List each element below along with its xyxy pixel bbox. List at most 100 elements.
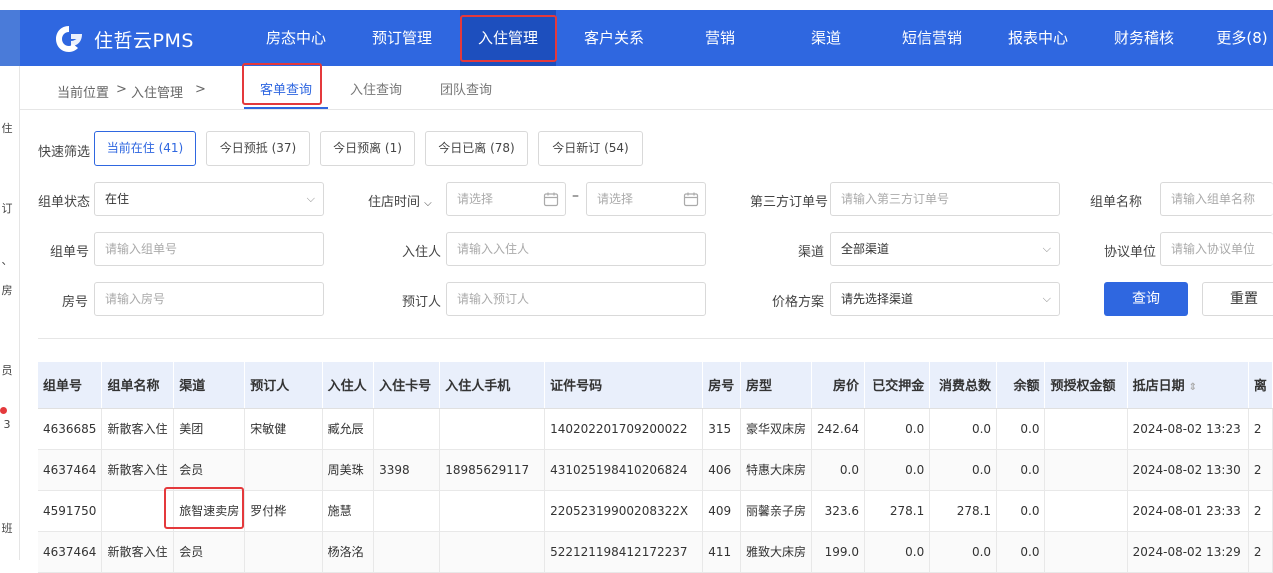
nav-room-status[interactable]: 房态中心 — [248, 10, 344, 66]
tab-team-query[interactable]: 团队查询 — [440, 79, 492, 99]
table-cell: 4636685 — [38, 408, 103, 450]
table-cell — [373, 408, 441, 450]
chevron-down-icon: ⌵ — [1042, 242, 1051, 255]
table-header-row: 组单号 组单名称 渠道 预订人 入住人 入住卡号 入住人手机 证件号码 房号 房… — [38, 362, 1273, 409]
nav-reservation[interactable]: 预订管理 — [354, 10, 450, 66]
stay-time-label[interactable]: 住店时间 ⌵ — [368, 191, 432, 210]
table-cell — [373, 490, 441, 532]
agreement-input[interactable]: 请输入协议单位 — [1160, 232, 1273, 266]
table-cell: 新散客入住 — [101, 531, 175, 573]
table-cell: 522121198412172237 — [544, 531, 704, 573]
table-cell: 0.0 — [929, 531, 998, 573]
nav-reports[interactable]: 报表中心 — [990, 10, 1086, 66]
table-cell: 会员 — [173, 449, 246, 491]
table-cell: 2024-08-02 13:30 — [1127, 449, 1249, 491]
chip-arriving-today[interactable]: 今日预抵 (37) — [206, 131, 310, 166]
rail-item[interactable]: 班 — [0, 520, 14, 536]
table-cell: 2024-08-02 13:29 — [1127, 531, 1249, 573]
table-cell — [373, 531, 441, 573]
breadcrumb-sep: > — [116, 82, 127, 97]
table-cell: 特惠大床房 — [740, 449, 812, 491]
table-cell: 0.0 — [996, 490, 1046, 532]
nav-more[interactable]: 更多(8) — [1202, 10, 1273, 66]
room-no-input[interactable]: 请输入房号 — [94, 282, 324, 316]
table-cell: 0.0 — [929, 408, 998, 450]
table-cell: 罗付桦 — [244, 490, 323, 532]
table-cell: 0.0 — [811, 449, 865, 491]
table-cell: 18985629117 — [439, 449, 546, 491]
third-party-input[interactable]: 请输入第三方订单号 — [830, 182, 1060, 216]
chip-new-today[interactable]: 今日新订 (54) — [538, 131, 643, 166]
table-cell: 宋敏健 — [244, 408, 323, 450]
col-header-sortable[interactable]: 抵店日期 ⇕ — [1127, 362, 1249, 409]
table-cell: 242.64 — [811, 408, 865, 450]
nav-sms[interactable]: 短信营销 — [884, 10, 980, 66]
table-cell — [1044, 490, 1128, 532]
stay-time-end[interactable]: 请选择 — [586, 182, 706, 216]
group-no-input[interactable]: 请输入组单号 — [94, 232, 324, 266]
chevron-down-icon: ⌵ — [1042, 292, 1051, 305]
table-cell: 2 — [1248, 408, 1273, 450]
chip-departing-today[interactable]: 今日预离 (1) — [320, 131, 415, 166]
group-name-input[interactable]: 请输入组单名称 — [1160, 182, 1273, 216]
table-cell: 雅致大床房 — [740, 531, 812, 573]
table-cell: 2024-08-02 13:23 — [1127, 408, 1249, 450]
table-cell: 2 — [1248, 449, 1273, 491]
nav-channel[interactable]: 渠道 — [778, 10, 874, 66]
guest-label: 入住人 — [402, 245, 442, 260]
col-header: 房型 — [740, 362, 812, 409]
chip-departed-today[interactable]: 今日已离 (78) — [425, 131, 528, 166]
channel-label: 渠道 — [798, 245, 825, 260]
stay-time-start-placeholder: 请选择 — [457, 192, 494, 206]
col-header: 入住人手机 — [439, 362, 546, 409]
nav-marketing[interactable]: 营销 — [672, 10, 768, 66]
rail-item[interactable]: 订 — [0, 200, 14, 216]
stay-time-start[interactable]: 请选择 — [446, 182, 566, 216]
breadcrumb-prefix: 当前位置 — [57, 86, 110, 101]
nav-finance[interactable]: 财务稽核 — [1096, 10, 1192, 66]
chip-current-stay[interactable]: 当前在住 (41) — [94, 131, 196, 166]
third-party-label: 第三方订单号 — [750, 195, 829, 210]
stay-time-label-text: 住店时间 — [368, 195, 421, 210]
group-status-label: 组单状态 — [38, 195, 91, 210]
rail-item[interactable]: 、 — [0, 252, 14, 268]
brand[interactable]: 住哲云PMS — [54, 24, 194, 54]
col-header-label: 抵店日期 — [1132, 379, 1185, 395]
table-cell: 199.0 — [811, 531, 865, 573]
table-cell: 3398 — [373, 449, 441, 491]
table-row[interactable]: 4591750 旅智速卖房 罗付桦 施慧 22052319900208322X 409 丽馨… — [38, 490, 1273, 532]
table-row[interactable]: 4637464 新散客入住 会员 杨洛洺 522121198412172237 411 雅致… — [38, 531, 1273, 573]
tab-order-query[interactable]: 客单查询 — [260, 79, 312, 99]
table-cell — [244, 449, 323, 491]
brand-logo-icon — [56, 26, 82, 52]
rail-item[interactable]: 员 — [0, 362, 14, 378]
sort-icon[interactable]: ⇕ — [1189, 382, 1197, 393]
collapse-strip[interactable] — [0, 10, 20, 66]
calendar-icon — [543, 192, 559, 207]
booker-input[interactable]: 请输入预订人 — [446, 282, 706, 316]
col-header: 消费总数 — [929, 362, 998, 409]
channel-select[interactable]: 全部渠道 ⌵ — [830, 232, 1060, 266]
group-status-select[interactable]: 在住 ⌵ — [94, 182, 324, 216]
nav-crm[interactable]: 客户关系 — [566, 10, 662, 66]
rail-item[interactable]: 住 — [0, 120, 14, 136]
search-button[interactable]: 查询 — [1104, 282, 1188, 316]
breadcrumb-section[interactable]: 入住管理 — [131, 82, 183, 101]
guest-input[interactable]: 请输入入住人 — [446, 232, 706, 266]
breadcrumb-bar — [20, 66, 1273, 110]
rail-item[interactable]: 3 — [0, 418, 14, 431]
rail-item[interactable]: 房 — [0, 282, 14, 298]
price-plan-select[interactable]: 请先选择渠道 ⌵ — [830, 282, 1060, 316]
table-cell: 0.0 — [996, 408, 1046, 450]
table-cell: 0.0 — [864, 449, 931, 491]
table-row[interactable]: 4637464 新散客入住 会员 周美珠 3398 18985629117 43102519… — [38, 449, 1273, 491]
table-cell: 杨洛洺 — [322, 531, 375, 573]
table-cell — [439, 531, 546, 573]
reset-button[interactable]: 重置 — [1202, 282, 1273, 316]
col-header: 预授权金额 — [1044, 362, 1128, 409]
tab-checkin-query[interactable]: 入住查询 — [350, 79, 402, 99]
table-cell: 0.0 — [996, 449, 1046, 491]
table-row[interactable]: 4636685 新散客入住 美团 宋敏健 臧允辰 140202201709200022 31… — [38, 408, 1273, 450]
room-no-label: 房号 — [62, 295, 89, 310]
nav-checkin[interactable]: 入住管理 — [460, 10, 556, 66]
